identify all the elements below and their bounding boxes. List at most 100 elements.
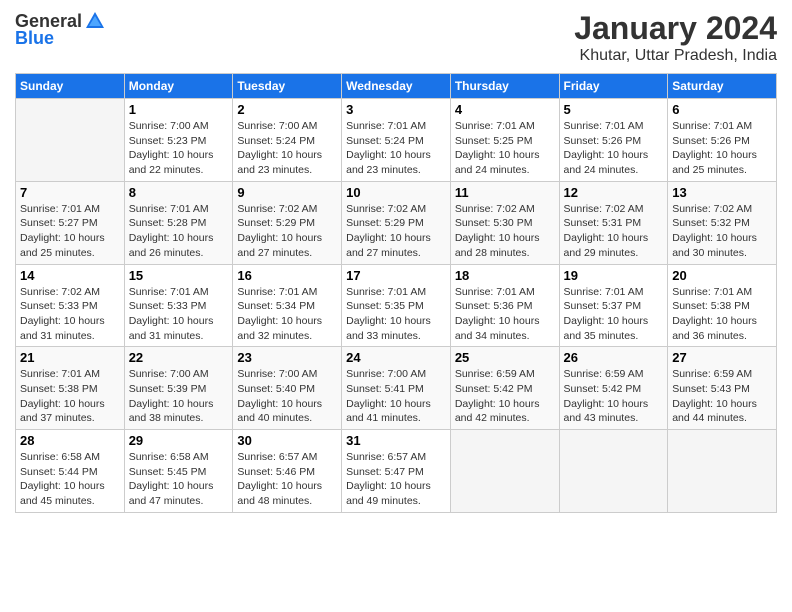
day-info: Sunrise: 7:01 AMSunset: 5:26 PMDaylight:… (564, 119, 664, 178)
calendar-cell (450, 430, 559, 513)
day-number: 10 (346, 185, 446, 200)
calendar-cell: 19Sunrise: 7:01 AMSunset: 5:37 PMDayligh… (559, 264, 668, 347)
day-info: Sunrise: 6:57 AMSunset: 5:47 PMDaylight:… (346, 450, 446, 509)
day-info: Sunrise: 7:01 AMSunset: 5:38 PMDaylight:… (672, 285, 772, 344)
calendar-cell: 26Sunrise: 6:59 AMSunset: 5:42 PMDayligh… (559, 347, 668, 430)
header: General Blue January 2024 Khutar, Uttar … (15, 10, 777, 65)
day-info: Sunrise: 6:57 AMSunset: 5:46 PMDaylight:… (237, 450, 337, 509)
calendar-cell: 1 Sunrise: 7:00 AMSunset: 5:23 PMDaylight… (124, 99, 233, 182)
day-info: Sunrise: 7:01 AMSunset: 5:26 PMDaylight:… (672, 119, 772, 178)
day-info: Sunrise: 6:59 AMSunset: 5:42 PMDaylight:… (455, 367, 555, 426)
logo-blue: Blue (15, 28, 54, 49)
day-info: Sunrise: 7:01 AMSunset: 5:37 PMDaylight:… (564, 285, 664, 344)
week-row-2: 14 Sunrise: 7:02 AMSunset: 5:33 PMDayligh… (16, 264, 777, 347)
day-number: 1 (129, 102, 229, 117)
day-info: Sunrise: 7:00 AMSunset: 5:41 PMDaylight:… (346, 367, 446, 426)
day-number: 12 (564, 185, 664, 200)
day-number: 18 (455, 268, 555, 283)
day-number: 29 (129, 433, 229, 448)
day-info: Sunrise: 7:00 AMSunset: 5:40 PMDaylight:… (237, 367, 337, 426)
day-info: Sunrise: 7:01 AMSunset: 5:33 PMDaylight:… (129, 285, 229, 344)
day-number: 28 (20, 433, 120, 448)
header-row: SundayMondayTuesdayWednesdayThursdayFrid… (16, 74, 777, 99)
day-header-monday: Monday (124, 74, 233, 99)
week-row-0: 1 Sunrise: 7:00 AMSunset: 5:23 PMDaylight… (16, 99, 777, 182)
week-row-1: 7Sunrise: 7:01 AMSunset: 5:27 PMDaylight… (16, 181, 777, 264)
calendar-cell: 20Sunrise: 7:01 AMSunset: 5:38 PMDayligh… (668, 264, 777, 347)
day-info: Sunrise: 6:59 AMSunset: 5:43 PMDaylight:… (672, 367, 772, 426)
day-info: Sunrise: 7:01 AMSunset: 5:24 PMDaylight:… (346, 119, 446, 178)
calendar-cell: 6 Sunrise: 7:01 AMSunset: 5:26 PMDaylight… (668, 99, 777, 182)
day-info: Sunrise: 7:02 AMSunset: 5:29 PMDaylight:… (346, 202, 446, 261)
day-number: 4 (455, 102, 555, 117)
calendar-cell: 11 Sunrise: 7:02 AMSunset: 5:30 PMDayligh… (450, 181, 559, 264)
calendar-cell: 12 Sunrise: 7:02 AMSunset: 5:31 PMDayligh… (559, 181, 668, 264)
day-number: 5 (564, 102, 664, 117)
calendar-cell: 4 Sunrise: 7:01 AMSunset: 5:25 PMDaylight… (450, 99, 559, 182)
day-header-friday: Friday (559, 74, 668, 99)
calendar-cell: 10 Sunrise: 7:02 AMSunset: 5:29 PMDayligh… (342, 181, 451, 264)
day-number: 21 (20, 350, 120, 365)
day-header-saturday: Saturday (668, 74, 777, 99)
day-number: 14 (20, 268, 120, 283)
calendar-cell: 22 Sunrise: 7:00 AMSunset: 5:39 PMDayligh… (124, 347, 233, 430)
day-number: 25 (455, 350, 555, 365)
calendar-cell: 9 Sunrise: 7:02 AMSunset: 5:29 PMDaylight… (233, 181, 342, 264)
calendar-cell: 30 Sunrise: 6:57 AMSunset: 5:46 PMDayligh… (233, 430, 342, 513)
day-number: 27 (672, 350, 772, 365)
calendar-cell: 24 Sunrise: 7:00 AMSunset: 5:41 PMDayligh… (342, 347, 451, 430)
calendar-cell: 17Sunrise: 7:01 AMSunset: 5:35 PMDayligh… (342, 264, 451, 347)
day-info: Sunrise: 7:00 AMSunset: 5:39 PMDaylight:… (129, 367, 229, 426)
calendar-cell: 5 Sunrise: 7:01 AMSunset: 5:26 PMDaylight… (559, 99, 668, 182)
day-info: Sunrise: 6:58 AMSunset: 5:44 PMDaylight:… (20, 450, 120, 509)
day-number: 13 (672, 185, 772, 200)
day-header-wednesday: Wednesday (342, 74, 451, 99)
day-number: 24 (346, 350, 446, 365)
day-info: Sunrise: 7:01 AMSunset: 5:34 PMDaylight:… (237, 285, 337, 344)
day-number: 8 (129, 185, 229, 200)
day-info: Sunrise: 7:01 AMSunset: 5:25 PMDaylight:… (455, 119, 555, 178)
day-number: 9 (237, 185, 337, 200)
day-info: Sunrise: 7:02 AMSunset: 5:33 PMDaylight:… (20, 285, 120, 344)
day-number: 11 (455, 185, 555, 200)
day-number: 26 (564, 350, 664, 365)
calendar-cell: 3 Sunrise: 7:01 AMSunset: 5:24 PMDaylight… (342, 99, 451, 182)
day-number: 22 (129, 350, 229, 365)
day-header-tuesday: Tuesday (233, 74, 342, 99)
day-header-thursday: Thursday (450, 74, 559, 99)
page-container: General Blue January 2024 Khutar, Uttar … (0, 0, 792, 523)
calendar-cell: 7Sunrise: 7:01 AMSunset: 5:27 PMDaylight… (16, 181, 125, 264)
day-info: Sunrise: 7:02 AMSunset: 5:32 PMDaylight:… (672, 202, 772, 261)
week-row-4: 28 Sunrise: 6:58 AMSunset: 5:44 PMDayligh… (16, 430, 777, 513)
calendar-cell: 29 Sunrise: 6:58 AMSunset: 5:45 PMDayligh… (124, 430, 233, 513)
calendar-cell: 8 Sunrise: 7:01 AMSunset: 5:28 PMDaylight… (124, 181, 233, 264)
day-info: Sunrise: 7:00 AMSunset: 5:23 PMDaylight:… (129, 119, 229, 178)
day-number: 30 (237, 433, 337, 448)
calendar-cell: 23 Sunrise: 7:00 AMSunset: 5:40 PMDayligh… (233, 347, 342, 430)
calendar-cell: 16 Sunrise: 7:01 AMSunset: 5:34 PMDayligh… (233, 264, 342, 347)
day-number: 16 (237, 268, 337, 283)
calendar-table: SundayMondayTuesdayWednesdayThursdayFrid… (15, 73, 777, 513)
day-number: 6 (672, 102, 772, 117)
calendar-cell: 2Sunrise: 7:00 AMSunset: 5:24 PMDaylight… (233, 99, 342, 182)
day-number: 2 (237, 102, 337, 117)
calendar-cell (559, 430, 668, 513)
day-info: Sunrise: 7:01 AMSunset: 5:28 PMDaylight:… (129, 202, 229, 261)
day-info: Sunrise: 7:01 AMSunset: 5:38 PMDaylight:… (20, 367, 120, 426)
calendar-cell: 18 Sunrise: 7:01 AMSunset: 5:36 PMDayligh… (450, 264, 559, 347)
day-info: Sunrise: 7:02 AMSunset: 5:31 PMDaylight:… (564, 202, 664, 261)
day-number: 31 (346, 433, 446, 448)
day-number: 3 (346, 102, 446, 117)
day-info: Sunrise: 7:02 AMSunset: 5:30 PMDaylight:… (455, 202, 555, 261)
day-info: Sunrise: 7:02 AMSunset: 5:29 PMDaylight:… (237, 202, 337, 261)
calendar-cell: 31 Sunrise: 6:57 AMSunset: 5:47 PMDayligh… (342, 430, 451, 513)
calendar-cell: 27 Sunrise: 6:59 AMSunset: 5:43 PMDayligh… (668, 347, 777, 430)
week-row-3: 21 Sunrise: 7:01 AMSunset: 5:38 PMDayligh… (16, 347, 777, 430)
day-info: Sunrise: 6:58 AMSunset: 5:45 PMDaylight:… (129, 450, 229, 509)
day-info: Sunrise: 7:01 AMSunset: 5:36 PMDaylight:… (455, 285, 555, 344)
day-number: 15 (129, 268, 229, 283)
calendar-cell: 14 Sunrise: 7:02 AMSunset: 5:33 PMDayligh… (16, 264, 125, 347)
day-number: 23 (237, 350, 337, 365)
logo: General Blue (15, 10, 106, 49)
main-title: January 2024 (574, 10, 777, 47)
